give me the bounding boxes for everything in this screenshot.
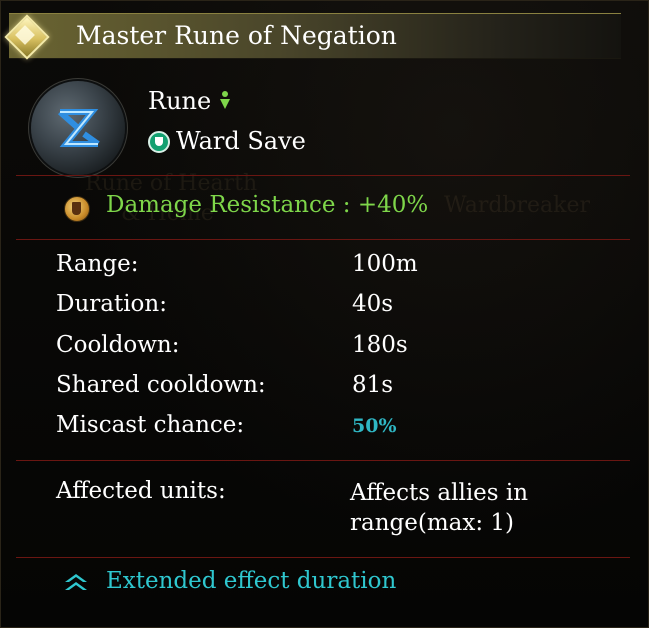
stat-label-range: Range: (56, 251, 139, 277)
ward-save-label: Ward Save (176, 127, 306, 155)
unit-type-label: Rune (148, 87, 212, 115)
stat-value-shared-cooldown: 81s (352, 372, 394, 398)
stat-label-shared-cooldown: Shared cooldown: (56, 372, 266, 398)
tooltip-title: Master Rune of Negation (76, 21, 397, 50)
background-ghost-text: Wardbreaker (444, 193, 591, 218)
stat-value-range: 100m (352, 251, 418, 277)
damage-resistance-shield-icon (64, 196, 90, 222)
cyan-chevron-up-icon (63, 573, 89, 597)
damage-resistance-effect: Damage Resistance : +40% (106, 192, 429, 218)
affected-units-label: Affected units: (56, 478, 226, 504)
divider (16, 175, 630, 176)
tooltip-panel: Rune of Hearth & Home Wardbreaker Master… (0, 0, 649, 628)
stat-value-miscast-chance: 50% (352, 415, 397, 437)
stat-label-miscast-chance: Miscast chance: (56, 412, 245, 438)
stat-label-cooldown: Cooldown: (56, 332, 180, 358)
blue-rune-icon (31, 81, 125, 175)
divider (16, 239, 630, 240)
affected-units-value: Affects allies in range(max: 1) (350, 480, 529, 536)
divider (16, 557, 630, 558)
stat-value-duration: 40s (352, 291, 394, 317)
stat-value-cooldown: 180s (352, 332, 408, 358)
stat-label-duration: Duration: (56, 291, 167, 317)
green-arrow-down-icon (218, 90, 232, 114)
extended-effect-duration: Extended effect duration (106, 568, 397, 594)
divider (16, 460, 630, 461)
ward-save-shield-icon (148, 131, 170, 153)
